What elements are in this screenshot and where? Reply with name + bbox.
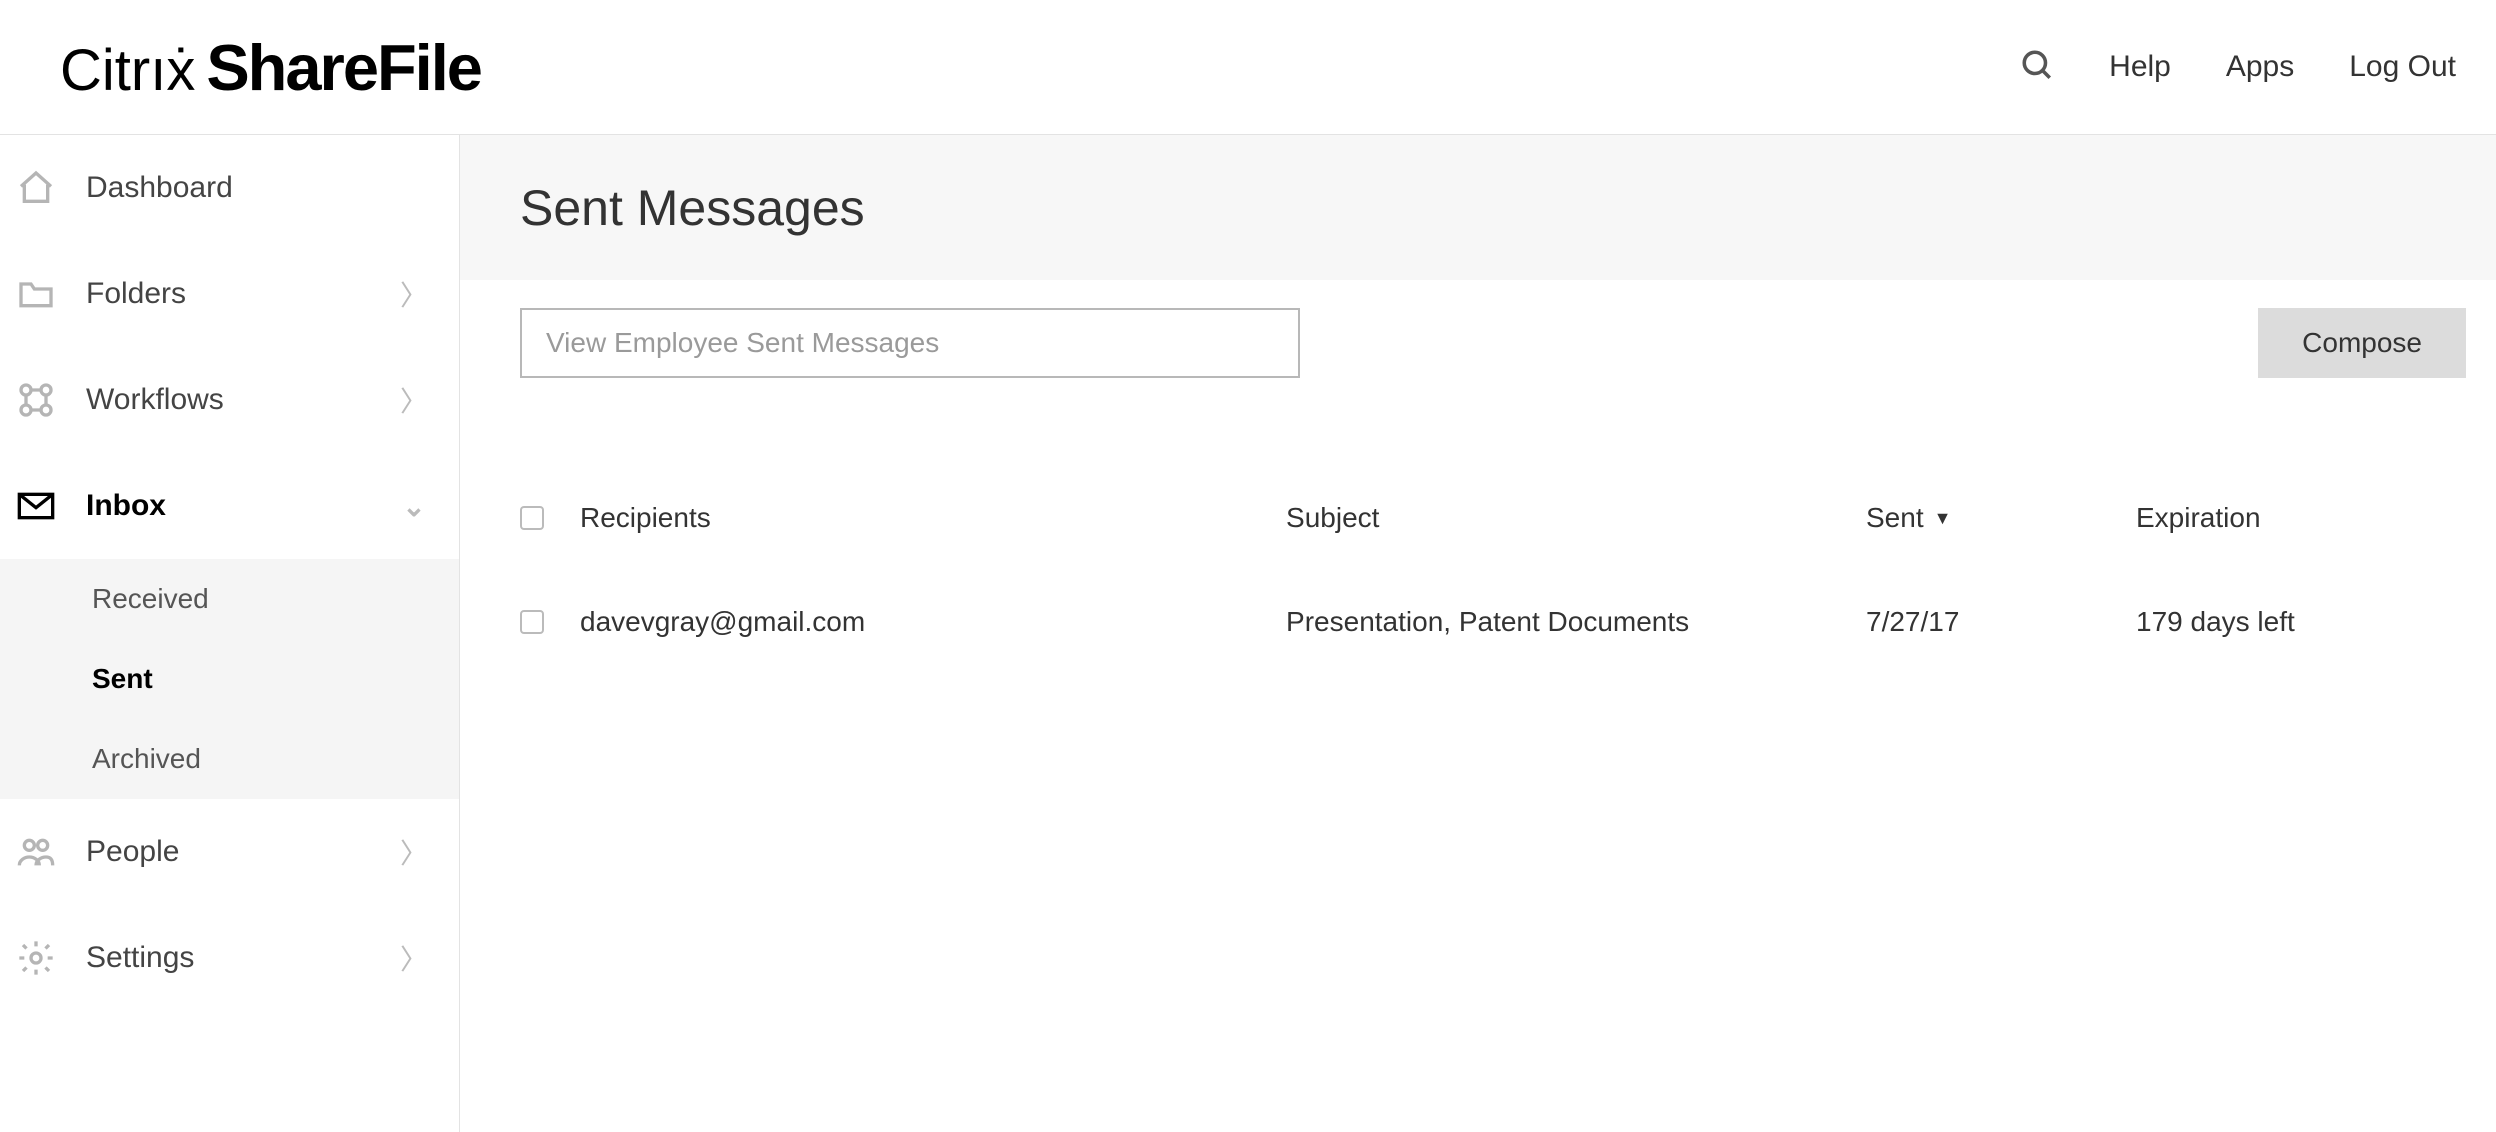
toolbar: Compose — [460, 280, 2496, 406]
employee-sent-search[interactable] — [520, 308, 1300, 378]
sidebar-item-label: Settings — [86, 941, 399, 975]
sidebar-group-inbox: Inbox ⌄ Received Sent Archived — [0, 453, 459, 799]
compose-button[interactable]: Compose — [2258, 308, 2466, 378]
brand-logo: Citrıẋ ShareFile — [60, 30, 481, 105]
col-header-expiration[interactable]: Expiration — [2136, 502, 2436, 534]
cell-subject: Presentation, Patent Documents — [1286, 606, 1866, 638]
chevron-right-icon: 〉 — [399, 938, 429, 978]
chevron-down-icon: ⌄ — [399, 490, 429, 523]
table-header-row: Recipients Subject Sent ▼ Expiration — [520, 466, 2436, 570]
sidebar-item-people[interactable]: People 〉 — [0, 799, 459, 905]
logout-link[interactable]: Log Out — [2349, 50, 2456, 84]
col-header-recipients[interactable]: Recipients — [580, 502, 1286, 534]
brand-left: Citrıẋ — [60, 37, 195, 104]
cell-recipients: davevgray@gmail.com — [580, 606, 1286, 638]
help-link[interactable]: Help — [2109, 50, 2171, 84]
sidebar-item-sent[interactable]: Sent — [0, 639, 459, 719]
sidebar-item-label: Inbox — [86, 489, 399, 523]
chevron-right-icon: 〉 — [399, 380, 429, 420]
sidebar-item-received[interactable]: Received — [0, 559, 459, 639]
workflow-icon — [14, 378, 58, 422]
sort-desc-icon: ▼ — [1934, 508, 1952, 529]
sidebar-item-dashboard[interactable]: Dashboard — [0, 135, 459, 241]
folder-icon — [14, 272, 58, 316]
chevron-right-icon: 〉 — [399, 274, 429, 314]
sidebar-item-workflows[interactable]: Workflows 〉 — [0, 347, 459, 453]
cell-sent: 7/27/17 — [1866, 606, 2136, 638]
col-header-subject[interactable]: Subject — [1286, 502, 1866, 534]
page-header: Sent Messages — [460, 135, 2496, 280]
table-row[interactable]: davevgray@gmail.com Presentation, Patent… — [520, 570, 2436, 674]
sidebar-item-label: Archived — [92, 743, 429, 775]
sidebar-item-inbox[interactable]: Inbox ⌄ — [0, 453, 459, 559]
sidebar-item-label: Dashboard — [86, 171, 429, 205]
gear-icon — [14, 936, 58, 980]
people-icon — [14, 830, 58, 874]
sidebar-item-label: Sent — [92, 663, 429, 695]
top-bar: Citrıẋ ShareFile Help Apps Log Out — [0, 0, 2496, 135]
col-header-sent[interactable]: Sent ▼ — [1866, 502, 2136, 534]
brand-right: ShareFile — [206, 30, 481, 105]
sidebar-inbox-subitems: Received Sent Archived — [0, 559, 459, 799]
top-right-nav: Help Apps Log Out — [2020, 48, 2456, 87]
page-title: Sent Messages — [520, 179, 865, 237]
main-content: Sent Messages Compose Recipients Subject… — [460, 135, 2496, 1132]
row-select-cell[interactable] — [520, 610, 580, 634]
sidebar-item-label: Workflows — [86, 383, 399, 417]
sidebar-item-folders[interactable]: Folders 〉 — [0, 241, 459, 347]
select-all-cell[interactable] — [520, 506, 580, 530]
search-input[interactable] — [546, 327, 1274, 359]
sidebar-item-label: People — [86, 835, 399, 869]
sidebar: Dashboard Folders 〉 Workflows 〉 Inbox ⌄ — [0, 135, 460, 1132]
chevron-right-icon: 〉 — [399, 832, 429, 872]
checkbox-icon[interactable] — [520, 610, 544, 634]
apps-link[interactable]: Apps — [2226, 50, 2294, 84]
sidebar-item-label: Folders — [86, 277, 399, 311]
cell-expiration: 179 days left — [2136, 606, 2436, 638]
home-icon — [14, 166, 58, 210]
mail-icon — [14, 484, 58, 528]
checkbox-icon[interactable] — [520, 506, 544, 530]
sidebar-item-archived[interactable]: Archived — [0, 719, 459, 799]
sidebar-item-label: Received — [92, 583, 429, 615]
messages-table: Recipients Subject Sent ▼ Expiration dav… — [460, 406, 2496, 674]
sidebar-item-settings[interactable]: Settings 〉 — [0, 905, 459, 1011]
search-icon[interactable] — [2020, 48, 2054, 87]
col-header-sent-label: Sent — [1866, 502, 1924, 534]
